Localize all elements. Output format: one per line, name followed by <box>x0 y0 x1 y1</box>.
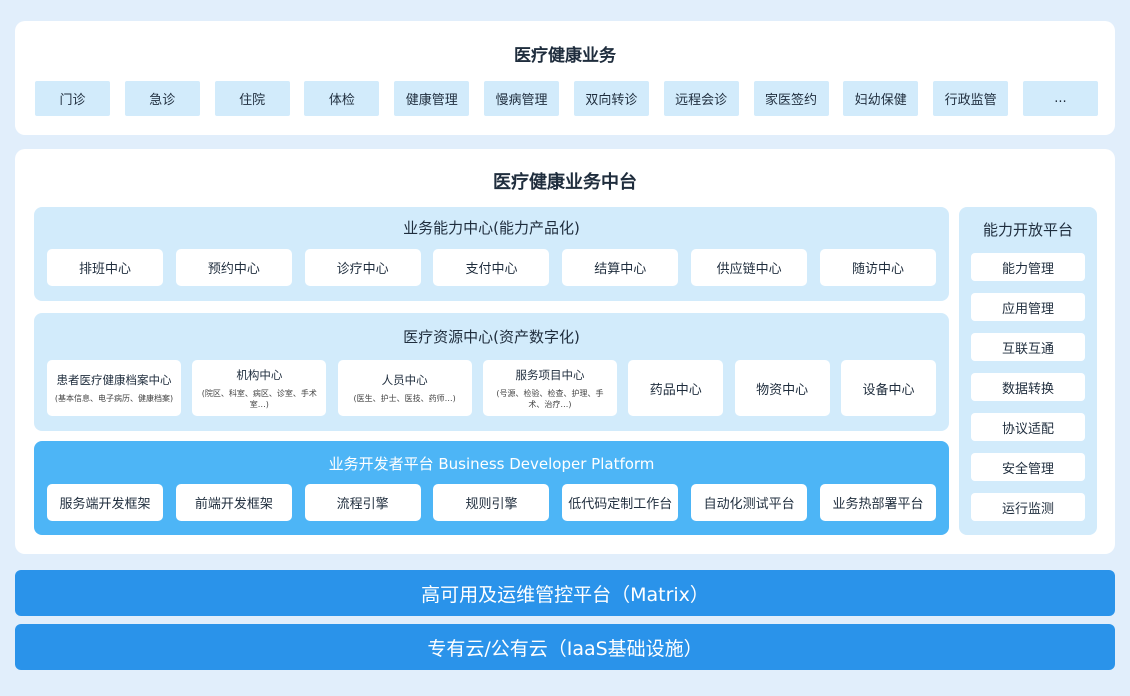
open-platform: 能力开放平台 能力管理应用管理互联互通数据转换协议适配安全管理运行监测 <box>959 207 1097 535</box>
business-item: ... <box>1022 81 1098 116</box>
resource-item-name: 人员中心 <box>381 373 428 387</box>
resource-center-title: 医疗资源中心(资产数字化) <box>403 328 580 346</box>
open-platform-item: 应用管理 <box>971 293 1085 321</box>
business-item: 门诊 <box>35 81 110 116</box>
resource-item-detail: (号源、检验、检查、护理、手术、治疗…) <box>496 388 604 409</box>
middle-platform-title: 医疗健康业务中台 <box>493 172 637 193</box>
middle-platform-panel: 医疗健康业务中台 业务能力中心(能力产品化) 排班中心 预约中心 诊疗中心 支付中心结… <box>15 149 1115 554</box>
capability-items: 排班中心 预约中心 诊疗中心 支付中心 结算中心 供应链中心 随访中心 <box>47 249 936 286</box>
matrix-bar: 高可用及运维管控平台（Matrix） <box>15 570 1115 616</box>
open-platform-item: 互联互通 <box>971 333 1085 361</box>
capability-item: 排班中心 <box>47 249 163 286</box>
developer-item: 服务端开发框架 <box>47 484 163 521</box>
open-platform-items: 能力管理应用管理互联互通数据转换协议适配安全管理运行监测 <box>971 253 1085 533</box>
developer-item: 低代码定制工作台 <box>562 484 679 521</box>
capability-item: 供应链中心 <box>691 249 808 286</box>
developer-items: 服务端开发框架 前端开发框架 流程引擎 规则引擎 低代码定制工作台 自动化测试平台 业务热部… <box>47 484 936 521</box>
capability-item: 随访中心 <box>819 249 936 286</box>
business-item: 双向转诊 <box>573 81 649 116</box>
resource-item-name: 物资中心 <box>756 382 809 398</box>
resource-item-detail: (院区、科室、病区、诊室、手术室…) <box>201 388 317 409</box>
resource-item-name: 机构中心 <box>236 367 283 382</box>
resource-item-name: 药品中心 <box>649 382 702 398</box>
capability-item: 诊疗中心 <box>304 249 421 286</box>
resource-item: 服务项目中心 (号源、检验、检查、护理、手术、治疗…) <box>482 360 617 416</box>
developer-item: 流程引擎 <box>304 484 421 521</box>
business-title: 医疗健康业务 <box>514 46 616 66</box>
resource-item-name: 设备中心 <box>862 382 915 398</box>
business-items: 门诊 急诊 住院 体检 健康管理 慢病管理 双向转诊 远程会诊 家医签约 妇幼保健 行政监管... <box>35 81 1098 116</box>
open-platform-item: 安全管理 <box>971 453 1085 481</box>
business-item: 急诊 <box>124 81 200 116</box>
business-item: 远程会诊 <box>663 81 739 116</box>
capability-item: 预约中心 <box>175 249 292 286</box>
open-platform-item: 协议适配 <box>971 413 1085 441</box>
developer-platform: 业务开发者平台 Business Developer Platform 服务端开… <box>34 441 949 535</box>
resource-item-name: 服务项目中心 <box>515 367 585 382</box>
resource-item-detail: (基本信息、电子病历、健康档案) <box>54 394 174 403</box>
developer-item: 业务热部署平台 <box>819 484 936 521</box>
resource-item: 患者医疗健康档案中心 (基本信息、电子病历、健康档案) <box>47 360 181 416</box>
capability-center-title: 业务能力中心(能力产品化) <box>403 219 580 237</box>
capability-item: 结算中心 <box>562 249 679 286</box>
open-platform-title: 能力开放平台 <box>982 221 1073 239</box>
iaas-bar: 专有云/公有云（IaaS基础设施） <box>15 624 1115 670</box>
developer-item: 前端开发框架 <box>175 484 292 521</box>
business-panel: 医疗健康业务 门诊 急诊 住院 体检 健康管理 慢病管理 双向转诊 远程会诊 家医签约 妇幼保健行… <box>15 21 1115 135</box>
business-item: 家医签约 <box>753 81 829 116</box>
open-platform-item: 能力管理 <box>971 253 1085 281</box>
resource-item: 药品中心 <box>628 360 724 416</box>
resource-items: 患者医疗健康档案中心 (基本信息、电子病历、健康档案) 机构中心 (院区、科室、病区、… <box>47 360 936 416</box>
capability-center: 业务能力中心(能力产品化) 排班中心 预约中心 诊疗中心 支付中心 结算中心 供应链中心随… <box>34 207 949 301</box>
capability-item: 支付中心 <box>433 249 550 286</box>
business-item: 住院 <box>214 81 290 116</box>
business-item: 妇幼保健 <box>843 81 919 116</box>
open-platform-item: 运行监测 <box>971 493 1085 521</box>
open-platform-item: 数据转换 <box>971 373 1085 401</box>
business-item: 慢病管理 <box>484 81 560 116</box>
resource-item: 机构中心 (院区、科室、病区、诊室、手术室…) <box>192 360 327 416</box>
resource-item: 物资中心 <box>734 360 830 416</box>
resource-item: 人员中心 (医生、护士、医技、药师…) <box>337 360 472 416</box>
business-item: 体检 <box>304 81 380 116</box>
developer-item: 自动化测试平台 <box>691 484 808 521</box>
resource-item-detail: (医生、护士、医技、药师…) <box>353 394 456 403</box>
business-item: 健康管理 <box>394 81 470 116</box>
diagram-frame: 医疗健康业务 门诊 急诊 住院 体检 健康管理 慢病管理 双向转诊 远程会诊 家医签约 妇幼保健行… <box>0 0 1130 696</box>
developer-platform-title: 业务开发者平台 Business Developer Platform <box>328 455 655 473</box>
resource-item-name: 患者医疗健康档案中心 <box>56 373 172 387</box>
resource-center: 医疗资源中心(资产数字化) 患者医疗健康档案中心 (基本信息、电子病历、健康档案)… <box>34 313 949 431</box>
business-item: 行政监管 <box>933 81 1009 116</box>
developer-item: 规则引擎 <box>433 484 550 521</box>
resource-item: 设备中心 <box>840 360 936 416</box>
